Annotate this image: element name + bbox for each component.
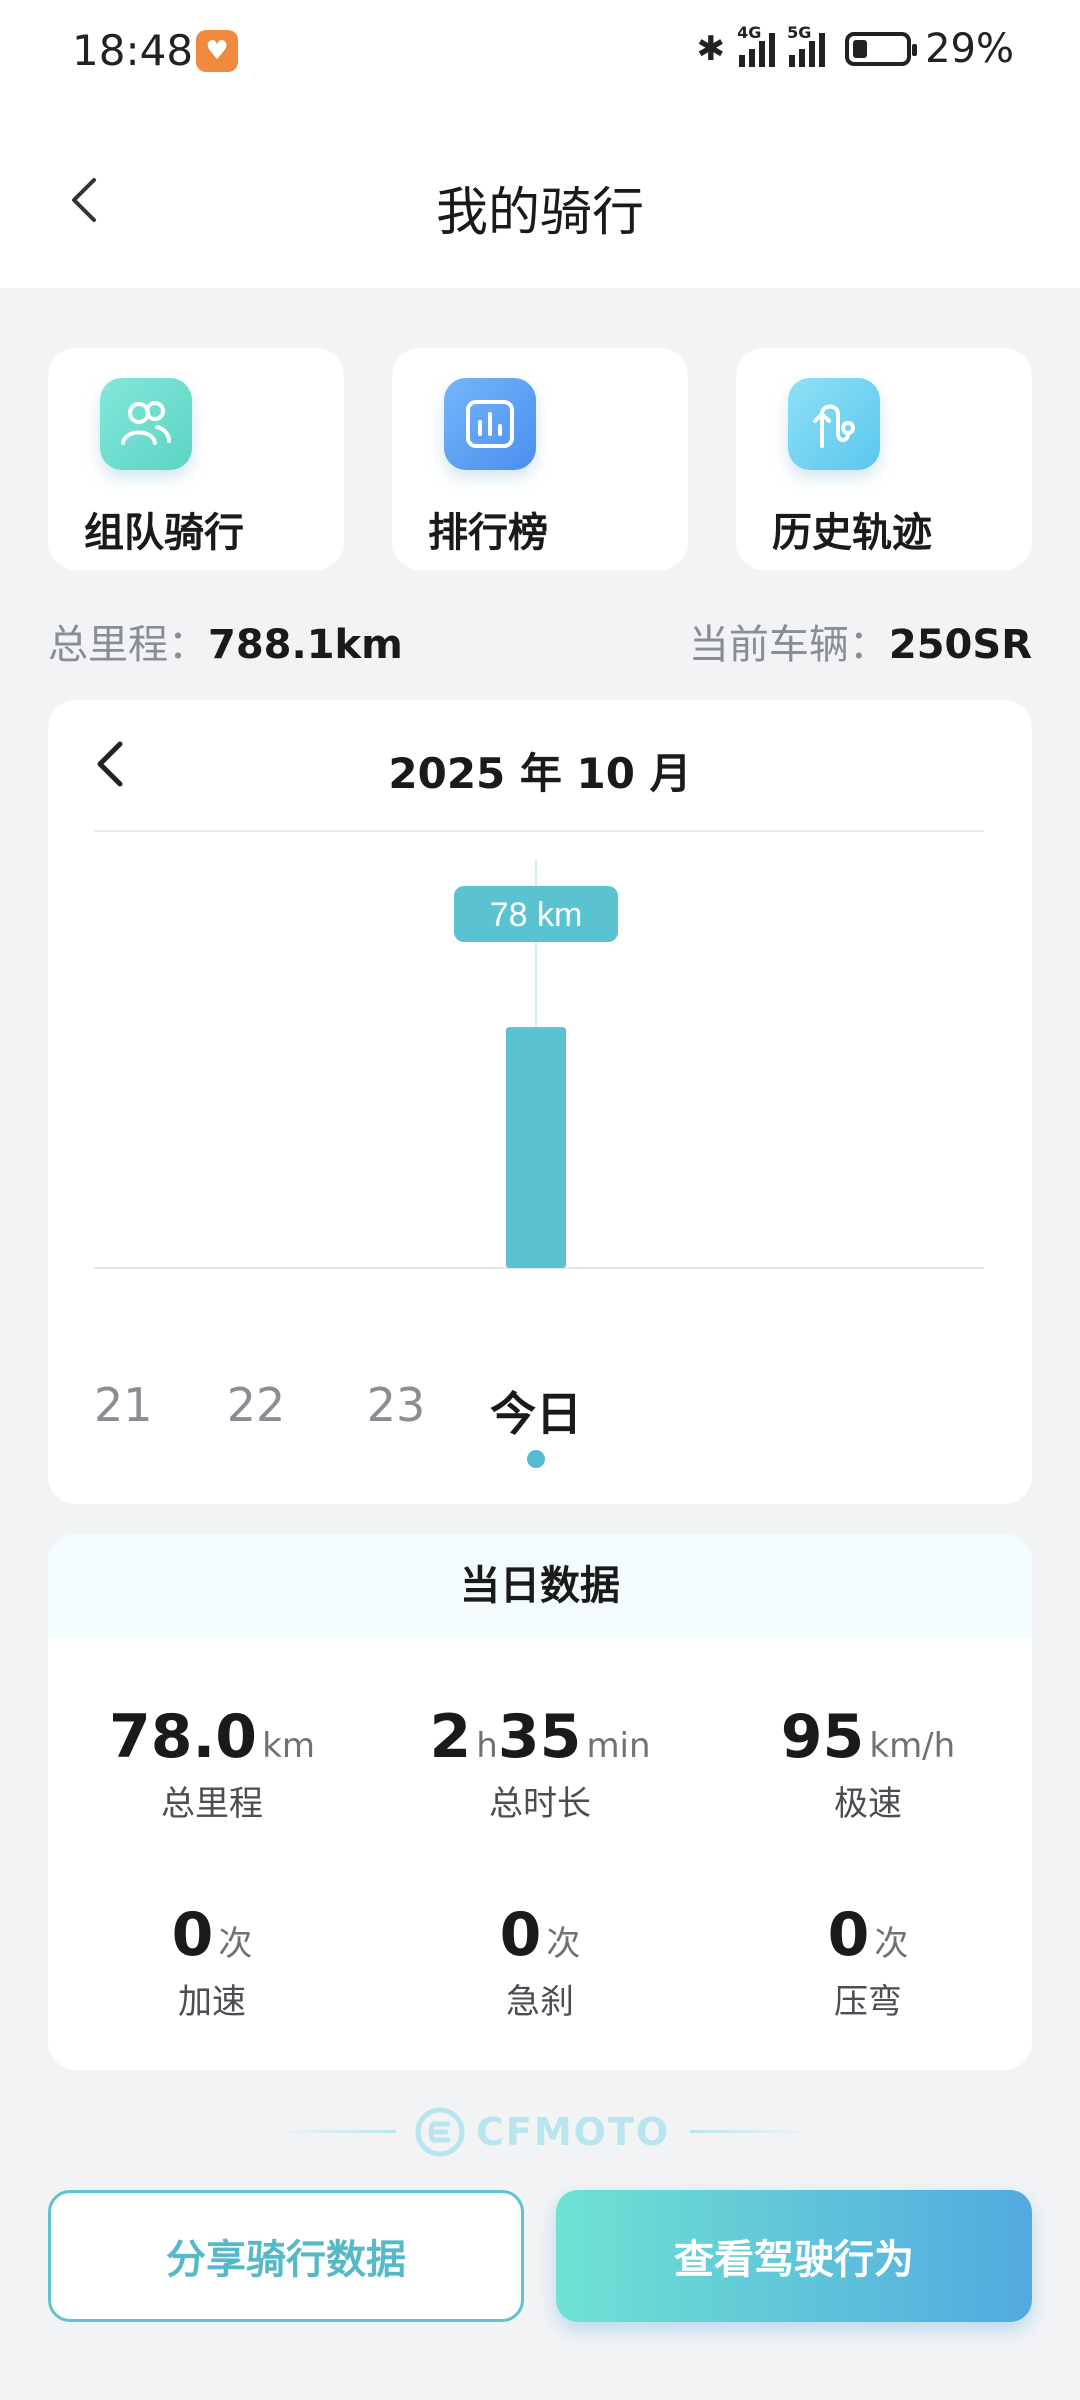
- current-vehicle[interactable]: 当前车辆：250SR: [689, 612, 1032, 670]
- cfmoto-logo-icon: [415, 2107, 465, 2157]
- stat-value-hours: 2: [429, 1702, 472, 1772]
- chart-bar[interactable]: [506, 1027, 566, 1268]
- stat-total-duration: 2 h35 min 总时长: [376, 1702, 704, 1825]
- stat-total-mileage: 78.0 km 总里程: [48, 1702, 376, 1825]
- stat-acceleration: 0 次 加速: [48, 1900, 376, 2023]
- team-riding-card[interactable]: 组队骑行: [48, 348, 344, 570]
- stat-hard-braking: 0 次 急刹: [376, 1900, 704, 2023]
- stat-value: 0: [171, 1900, 214, 1970]
- app-notification-icon: ♥: [196, 30, 238, 72]
- battery-icon: [845, 32, 918, 66]
- stat-unit: km/h: [869, 1726, 956, 1766]
- stat-unit: 次: [874, 1924, 909, 1964]
- stat-label: 总时长: [489, 1784, 591, 1824]
- chart-tooltip-label: 78 km: [490, 896, 583, 934]
- total-mileage-label: 总里程：: [48, 622, 208, 668]
- stat-label: 极速: [834, 1784, 902, 1824]
- total-mileage-value: 788.1km: [208, 622, 403, 668]
- team-riding-icon: [100, 378, 192, 470]
- status-bar: 18:48 ♥ ✱ 4G 5G 29%: [0, 0, 1080, 100]
- stat-label: 压弯: [834, 1982, 902, 2022]
- day-label[interactable]: 21: [94, 1378, 153, 1432]
- chart-month-title: 2025 年 10 月: [388, 749, 692, 798]
- nav-bar: 我的骑行: [0, 100, 1080, 288]
- stat-label: 急刹: [506, 1982, 574, 2022]
- selected-day-indicator: [527, 1450, 545, 1468]
- stat-unit-minutes: min: [586, 1726, 651, 1766]
- page-title: 我的骑行: [435, 183, 644, 243]
- summary-row: 总里程：788.1km 当前车辆：250SR: [48, 612, 1032, 672]
- current-vehicle-value: 250SR: [888, 622, 1032, 668]
- signal-4g-icon: 4G: [737, 23, 776, 67]
- stat-cornering: 0 次 压弯: [704, 1900, 1032, 2023]
- bluetooth-icon: ✱: [696, 29, 726, 69]
- history-track-icon: [788, 378, 880, 470]
- stat-unit: 次: [218, 1924, 253, 1964]
- stat-value-minutes: 35: [497, 1702, 582, 1772]
- signal-5g-icon: 5G: [787, 23, 826, 67]
- stat-top-speed: 95 km/h 极速: [704, 1702, 1032, 1825]
- brand-divider-right: [690, 2130, 810, 2133]
- brand-name: CFMOTO: [476, 2110, 671, 2154]
- leaderboard-icon: [444, 378, 536, 470]
- quick-actions: 组队骑行 排行榜 历史轨迹: [48, 348, 1032, 570]
- status-time: 18:48: [72, 26, 194, 75]
- day-stats-title: 当日数据: [48, 1534, 1032, 1638]
- stat-value: 78.0: [109, 1702, 258, 1772]
- chart-tooltip: 78 km: [454, 886, 618, 942]
- leaderboard-card[interactable]: 排行榜: [392, 348, 688, 570]
- history-track-card[interactable]: 历史轨迹: [736, 348, 1032, 570]
- view-driving-behavior-button[interactable]: 查看驾驶行为: [556, 2190, 1032, 2322]
- battery-percent: 29%: [925, 26, 1014, 72]
- stat-label: 总里程: [161, 1784, 263, 1824]
- brand-footer: CFMOTO: [0, 2100, 1080, 2164]
- current-vehicle-label: 当前车辆：: [688, 622, 889, 668]
- stat-unit: 次: [546, 1924, 581, 1964]
- brand-divider-left: [276, 2130, 396, 2133]
- leaderboard-label: 排行榜: [428, 510, 548, 556]
- status-icons: ✱ 4G 5G 29%: [696, 23, 1014, 72]
- stat-label: 加速: [178, 1982, 246, 2022]
- stat-value: 95: [780, 1702, 865, 1772]
- day-label[interactable]: 今日: [490, 1378, 582, 1444]
- day-label[interactable]: 23: [367, 1378, 426, 1432]
- total-mileage: 总里程：788.1km: [48, 612, 403, 670]
- chart-divider: [94, 830, 984, 832]
- team-riding-label: 组队骑行: [84, 510, 244, 556]
- stat-unit-hours: h: [476, 1726, 498, 1766]
- stat-value: 0: [827, 1900, 870, 1970]
- history-track-label: 历史轨迹: [772, 510, 932, 556]
- daily-chart-card: 2025 年 10 月 78 km 21 22 23 今日: [48, 700, 1032, 1504]
- stat-value: 0: [499, 1900, 542, 1970]
- bar-chart: 78 km: [94, 860, 984, 1269]
- share-ride-data-button[interactable]: 分享骑行数据: [48, 2190, 524, 2322]
- day-stats-card: 当日数据 78.0 km 总里程 2 h35 min 总时长 95 km/h 极…: [48, 1534, 1032, 2070]
- stat-unit: km: [262, 1726, 315, 1766]
- day-label[interactable]: 22: [227, 1378, 286, 1432]
